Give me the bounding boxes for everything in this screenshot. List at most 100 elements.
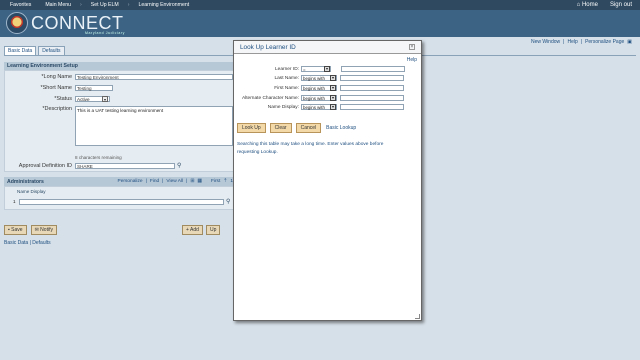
status-label: *Status bbox=[54, 96, 72, 102]
signout-link[interactable]: Sign out bbox=[610, 2, 632, 8]
modal-help-link[interactable]: Help bbox=[407, 57, 417, 63]
short-name-input[interactable]: Testing bbox=[75, 85, 113, 91]
personalize-page-link[interactable]: Personalize Page bbox=[585, 39, 624, 45]
top-right-links: ⌂ Home Sign out bbox=[577, 2, 640, 8]
alt-char-name-row: Alternate Character Name: begins with ▾ bbox=[234, 95, 404, 101]
status-value: Active bbox=[77, 96, 90, 102]
approval-input[interactable]: SHARE bbox=[75, 162, 175, 169]
chevron-down-icon[interactable]: ▾ bbox=[330, 104, 336, 110]
last-name-operator-value: begins with bbox=[303, 75, 325, 81]
modal-header: Look Up Learner ID × bbox=[234, 41, 421, 54]
resize-grip-icon[interactable] bbox=[415, 314, 420, 319]
page-links: New Window | Help | Personalize Page ▣ bbox=[530, 39, 632, 45]
row-number: 1 bbox=[13, 199, 16, 204]
save-button[interactable]: ▪ Save bbox=[4, 225, 27, 235]
alt-char-name-input[interactable] bbox=[340, 95, 404, 101]
zoom-icon[interactable]: ⊞ bbox=[190, 179, 194, 184]
description-textarea[interactable]: This is a UAT testing learning environme… bbox=[75, 106, 233, 146]
chevron-down-icon[interactable]: ▾ bbox=[102, 96, 108, 102]
learner-id-operator-value: = bbox=[303, 66, 306, 72]
page-icon[interactable]: ▣ bbox=[627, 39, 632, 45]
chevron-down-icon[interactable]: ▾ bbox=[330, 75, 336, 81]
alt-char-name-operator-select[interactable]: begins with ▾ bbox=[301, 95, 337, 101]
basic-lookup-link[interactable]: Basic Lookup bbox=[326, 125, 356, 131]
learning-env-panel: *Long Name Testing Environment *Short Na… bbox=[4, 70, 236, 172]
administrators-title: Administrators bbox=[7, 178, 44, 185]
learner-id-operator-select[interactable]: = ▾ bbox=[301, 66, 331, 72]
status-row: *Status Active ▾ bbox=[5, 96, 110, 102]
status-select[interactable]: Active ▾ bbox=[75, 96, 110, 102]
first-name-row: First Name: begins with ▾ bbox=[234, 85, 404, 91]
first-link[interactable]: First bbox=[211, 179, 220, 184]
page-buttons: ▪ Save ✉ Notify bbox=[4, 225, 57, 235]
alt-char-name-label: Alternate Character Name: bbox=[241, 95, 299, 101]
first-name-input[interactable] bbox=[340, 85, 404, 91]
help-link[interactable]: Help bbox=[567, 39, 577, 45]
approval-label: Approval Definition ID bbox=[18, 162, 72, 169]
save-icon: ▪ bbox=[8, 227, 10, 233]
personalize-link[interactable]: Personalize bbox=[118, 179, 143, 184]
modal-title: Look Up Learner ID bbox=[240, 43, 296, 51]
cancel-button[interactable]: Cancel bbox=[295, 123, 322, 133]
name-display-operator-select[interactable]: begins with ▾ bbox=[301, 104, 337, 110]
update-label: Up bbox=[209, 227, 217, 233]
name-display-column-header: Name Display bbox=[17, 189, 46, 194]
new-window-link[interactable]: New Window bbox=[531, 39, 560, 45]
first-name-operator-select[interactable]: begins with ▾ bbox=[301, 85, 337, 91]
lookup-modal: Look Up Learner ID × Help Learner ID: = … bbox=[233, 40, 422, 321]
breadcrumb-learning-environment[interactable]: Learning Environment bbox=[132, 2, 195, 8]
add-button[interactable]: + Add bbox=[182, 225, 203, 235]
learner-id-input[interactable] bbox=[341, 66, 405, 72]
home-icon: ⌂ bbox=[576, 2, 581, 8]
last-name-label: Last Name: bbox=[274, 75, 299, 81]
long-name-input[interactable]: Testing Environment bbox=[75, 74, 233, 80]
first-name-label: First Name: bbox=[274, 85, 299, 91]
logo: CONNECT Maryland Judiciary bbox=[6, 12, 124, 35]
name-display-input[interactable] bbox=[340, 104, 404, 110]
view-all-link[interactable]: View All bbox=[166, 179, 183, 184]
bottom-tab-links[interactable]: Basic Data | Defaults bbox=[4, 240, 51, 246]
name-display-label: Name Display: bbox=[267, 104, 299, 110]
notify-button[interactable]: ✉ Notify bbox=[30, 225, 57, 235]
description-row: *Description This is a UAT testing learn… bbox=[5, 106, 233, 146]
learner-id-row: Learner ID: = ▾ bbox=[234, 66, 405, 72]
page-buttons-right: + Add Up bbox=[182, 225, 221, 235]
home-link[interactable]: ⌂ Home bbox=[577, 2, 598, 8]
clear-button[interactable]: Clear bbox=[269, 123, 292, 133]
administrators-grid: Name Display 1 ⚲ bbox=[4, 186, 236, 210]
first-name-operator-value: begins with bbox=[303, 85, 325, 91]
favorites-menu[interactable]: Favorites bbox=[4, 2, 37, 8]
long-name-row: *Long Name Testing Environment bbox=[5, 74, 233, 80]
grid-icon[interactable]: ▦ bbox=[197, 179, 202, 184]
learner-id-label: Learner ID: bbox=[275, 66, 299, 72]
add-icon: + bbox=[186, 227, 189, 233]
chevron-down-icon[interactable]: ▾ bbox=[330, 85, 336, 91]
name-display-input[interactable] bbox=[19, 199, 224, 205]
arrow-up-icon[interactable]: ⇡ bbox=[223, 179, 227, 184]
main-menu[interactable]: Main Menu bbox=[39, 2, 77, 8]
close-icon[interactable]: × bbox=[409, 44, 415, 50]
find-link[interactable]: Find bbox=[150, 179, 159, 184]
home-label: Home bbox=[581, 2, 598, 8]
breadcrumb-setup-elm[interactable]: Set Up ELM bbox=[85, 2, 125, 8]
last-name-input[interactable] bbox=[340, 75, 404, 81]
last-name-operator-select[interactable]: begins with ▾ bbox=[301, 75, 337, 81]
add-label: Add bbox=[190, 227, 199, 233]
short-name-row: *Short Name Testing bbox=[5, 85, 113, 91]
chars-remaining: 8 characters remaining bbox=[75, 155, 122, 160]
approval-row: Approval Definition ID SHARE ⚲ bbox=[5, 162, 181, 169]
name-display-operator-value: begins with bbox=[303, 104, 325, 110]
search-icon[interactable]: ⚲ bbox=[177, 162, 181, 169]
top-nav-bar: Favorites Main Menu › Set Up ELM › Learn… bbox=[0, 0, 640, 10]
name-display-row: Name Display: begins with ▾ bbox=[234, 104, 404, 110]
update-button[interactable]: Up bbox=[205, 225, 221, 235]
chevron-down-icon[interactable]: ▾ bbox=[324, 66, 330, 72]
notify-label: Notify bbox=[40, 227, 53, 233]
look-up-button[interactable]: Look Up bbox=[237, 123, 266, 133]
search-icon[interactable]: ⚲ bbox=[226, 198, 230, 205]
chevron-down-icon[interactable]: ▾ bbox=[330, 95, 336, 101]
last-name-row: Last Name: begins with ▾ bbox=[234, 75, 404, 81]
notify-icon: ✉ bbox=[34, 227, 39, 233]
long-name-label: *Long Name bbox=[41, 74, 72, 80]
description-label: *Description bbox=[42, 106, 72, 112]
